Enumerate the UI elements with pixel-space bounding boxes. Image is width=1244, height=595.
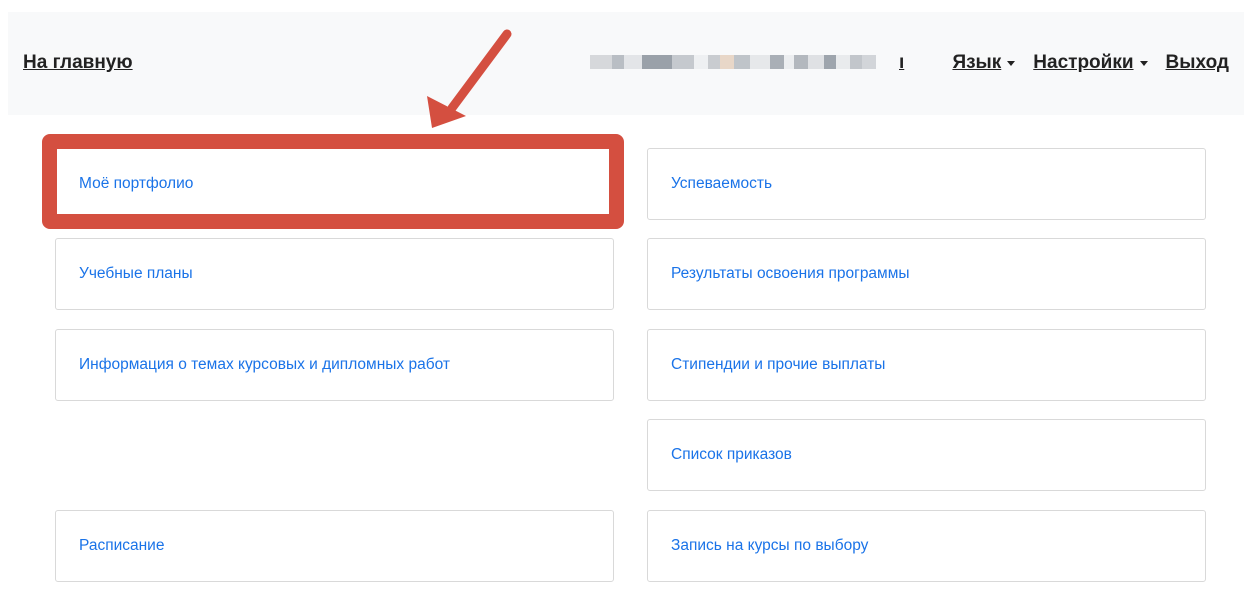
page: На главную ı Язык Настройки Выход Моё по…: [0, 0, 1244, 595]
card-orders[interactable]: Список приказов: [647, 419, 1206, 491]
card-program-results-label: Результаты освоения программы: [671, 265, 910, 282]
card-performance-label: Успеваемость: [671, 175, 773, 192]
card-orders-label: Список приказов: [671, 446, 792, 463]
card-curricula-label: Учебные планы: [79, 265, 193, 282]
card-schedule-label: Расписание: [79, 537, 165, 554]
settings-dropdown[interactable]: Настройки: [1033, 52, 1148, 74]
card-thesis-topics-label: Информация о темах курсовых и дипломных …: [79, 356, 450, 373]
settings-label: Настройки: [1033, 52, 1134, 73]
card-scholarships-label: Стипендии и прочие выплаты: [671, 356, 886, 373]
user-name-tail[interactable]: ı: [899, 52, 904, 74]
card-performance[interactable]: Успеваемость: [647, 148, 1206, 220]
nav-right-menu: Язык Настройки Выход: [952, 52, 1229, 74]
home-link[interactable]: На главную: [23, 52, 133, 74]
card-portfolio[interactable]: Моё портфолио: [55, 148, 614, 220]
caret-down-icon: [1139, 60, 1148, 66]
blurred-user-name: [590, 52, 906, 72]
card-schedule[interactable]: Расписание: [55, 510, 614, 582]
card-elective-enrollment-label: Запись на курсы по выбору: [671, 537, 869, 554]
language-label: Язык: [952, 52, 1002, 73]
logout-link[interactable]: Выход: [1166, 52, 1229, 74]
language-dropdown[interactable]: Язык: [952, 52, 1016, 74]
top-navbar: На главную ı Язык Настройки Выход: [8, 12, 1244, 115]
card-thesis-topics[interactable]: Информация о темах курсовых и дипломных …: [55, 329, 614, 401]
card-elective-enrollment[interactable]: Запись на курсы по выбору: [647, 510, 1206, 582]
card-curricula[interactable]: Учебные планы: [55, 238, 614, 310]
card-program-results[interactable]: Результаты освоения программы: [647, 238, 1206, 310]
card-scholarships[interactable]: Стипендии и прочие выплаты: [647, 329, 1206, 401]
caret-down-icon: [1007, 60, 1016, 66]
card-portfolio-label: Моё портфолио: [79, 175, 194, 192]
